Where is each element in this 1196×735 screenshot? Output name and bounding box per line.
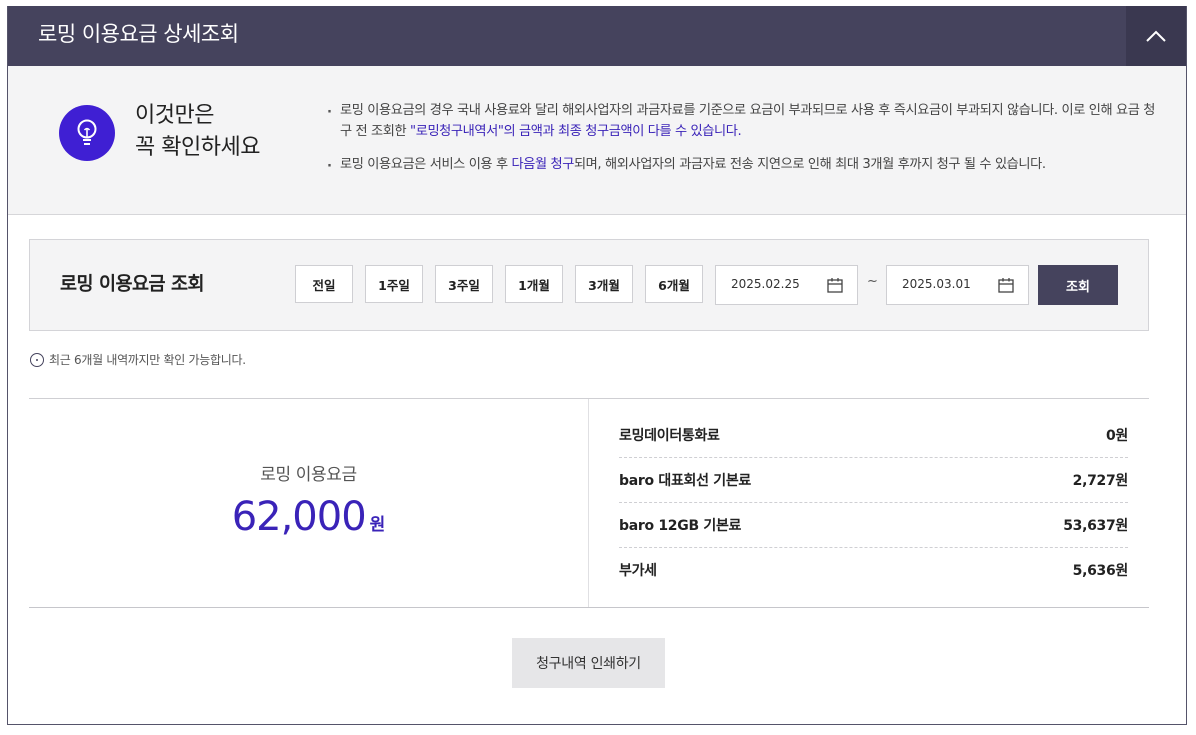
start-date-field[interactable]: 2025.02.25 (715, 265, 858, 305)
charge-value: 5,636원 (1072, 563, 1129, 579)
notice-highlight: 다음월 청구 (511, 157, 574, 172)
start-date-value: 2025.02.25 (731, 277, 800, 291)
collapse-toggle-button[interactable] (1126, 6, 1186, 66)
total-charge-value: 62,000 (231, 494, 367, 540)
notice-list: 로밍 이용요금의 경우 국내 사용료와 달리 해외사업자의 과금자료를 기준으로… (327, 100, 1157, 187)
info-icon (30, 353, 44, 367)
end-date-field[interactable]: 2025.03.01 (886, 265, 1029, 305)
charge-breakdown-list: 로밍데이터통화료 0원 baro 대표회선 기본료 2,727원 baro 12… (619, 413, 1128, 592)
charge-row: baro 12GB 기본료 53,637원 (619, 503, 1128, 548)
notice-title-line2: 꼭 확인하세요 (135, 135, 260, 160)
charge-row: 로밍데이터통화료 0원 (619, 413, 1128, 458)
charge-row: 부가세 5,636원 (619, 548, 1128, 592)
chevron-up-icon (1146, 30, 1166, 42)
period-button-6months[interactable]: 6개월 (645, 265, 703, 303)
search-button[interactable]: 조회 (1038, 265, 1118, 305)
charge-label: 부가세 (619, 563, 657, 579)
info-note: 최근 6개월 내역까지만 확인 가능합니다. (30, 351, 246, 368)
page-title: 로밍 이용요금 상세조회 (38, 22, 239, 46)
end-date-value: 2025.03.01 (902, 277, 971, 291)
info-note-text: 최근 6개월 내역까지만 확인 가능합니다. (49, 353, 246, 367)
charge-row: baro 대표회선 기본료 2,727원 (619, 458, 1128, 503)
panel-header: 로밍 이용요금 상세조회 (8, 6, 1186, 66)
notice-item-billing-basis: 로밍 이용요금의 경우 국내 사용료와 달리 해외사업자의 과금자료를 기준으로… (327, 100, 1157, 142)
total-charge-amount: 62,000 원 (29, 494, 588, 540)
notice-title: 이것만은 꼭 확인하세요 (135, 100, 260, 164)
calendar-icon[interactable] (998, 277, 1014, 293)
notice-highlight: "로밍청구내역서"의 금액과 최종 청구금액이 다를 수 있습니다. (410, 124, 742, 139)
period-button-3weeks[interactable]: 3주일 (435, 265, 493, 303)
charge-value: 0원 (1105, 428, 1128, 444)
charge-value: 53,637원 (1063, 518, 1128, 534)
total-charge-panel: 로밍 이용요금 62,000 원 (29, 399, 589, 607)
date-range-separator: ~ (867, 274, 878, 289)
print-bill-button[interactable]: 청구내역 인쇄하기 (512, 638, 665, 688)
notice-section: 이것만은 꼭 확인하세요 로밍 이용요금의 경우 국내 사용료와 달리 해외사업… (8, 66, 1186, 215)
calendar-icon[interactable] (827, 277, 843, 293)
period-button-1month[interactable]: 1개월 (505, 265, 563, 303)
charge-label: 로밍데이터통화료 (619, 428, 720, 444)
charge-summary: 로밍 이용요금 62,000 원 로밍데이터통화료 0원 baro 대표회선 기본… (29, 398, 1149, 608)
total-charge-unit: 원 (369, 515, 386, 535)
period-button-yesterday[interactable]: 전일 (295, 265, 353, 303)
notice-item-billing-delay: 로밍 이용요금은 서비스 이용 후 다음월 청구되며, 해외사업자의 과금자료 … (327, 154, 1157, 177)
notice-title-line1: 이것만은 (135, 103, 214, 128)
total-charge-label: 로밍 이용요금 (260, 465, 357, 485)
search-title: 로밍 이용요금 조회 (60, 274, 205, 295)
charge-label: baro 12GB 기본료 (619, 518, 742, 534)
charge-label: baro 대표회선 기본료 (619, 473, 751, 489)
charge-value: 2,727원 (1072, 473, 1129, 489)
period-button-1week[interactable]: 1주일 (365, 265, 423, 303)
search-panel: 로밍 이용요금 조회 전일 1주일 3주일 1개월 3개월 6개월 2025.0… (29, 239, 1149, 331)
period-button-3months[interactable]: 3개월 (575, 265, 633, 303)
lightbulb-icon (59, 105, 115, 161)
